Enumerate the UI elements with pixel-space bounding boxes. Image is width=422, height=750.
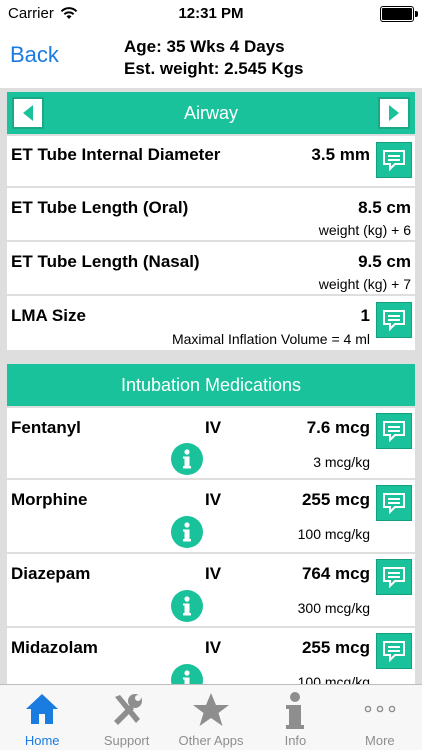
med-dose: 255 mcg [301,490,370,509]
note-button[interactable] [376,302,412,338]
info-button[interactable] [171,443,203,475]
tab-label: More [365,733,395,748]
note-button[interactable] [376,633,412,669]
speech-bubble-icon [383,641,405,662]
info-icon [286,692,305,729]
speech-bubble-icon [383,493,405,514]
airway-row-et-length-oral[interactable]: ET Tube Length (Oral) 8.5 cm weight (kg)… [7,188,415,240]
nav-bar: Back Age: 35 Wks 4 Days Est. weight: 2.5… [0,28,422,88]
airway-title: Airway [183,103,238,123]
med-route: IV [205,638,222,657]
tab-label: Support [103,733,150,748]
row-value: 9.5 cm [358,252,411,271]
more-icon [364,705,396,713]
info-button[interactable] [171,516,203,548]
tab-more[interactable]: More [338,685,422,750]
med-name: Diazepam [11,564,91,583]
med-dose: 255 mcg [301,638,370,657]
row-formula: weight (kg) + 6 [318,222,411,238]
airway-row-et-length-nasal[interactable]: ET Tube Length (Nasal) 9.5 cm weight (kg… [7,242,415,294]
speech-bubble-icon [383,310,405,331]
row-value: 1 [360,306,370,325]
airway-row-et-diameter[interactable]: ET Tube Internal Diameter 3.5 mm [7,136,415,186]
note-button[interactable] [376,413,412,449]
info-icon [183,670,190,684]
home-icon [26,694,59,724]
airway-header: Airway [7,92,415,134]
content-scroll[interactable]: Airway ET Tube Internal Diameter 3.5 mm … [0,88,422,684]
arrow-right-icon [389,105,399,121]
star-icon [193,693,230,726]
patient-summary: Age: 35 Wks 4 Days Est. weight: 2.545 Kg… [110,36,422,80]
row-formula: weight (kg) + 7 [318,276,411,292]
info-button[interactable] [171,664,203,684]
note-button[interactable] [376,559,412,595]
med-route: IV [205,564,222,583]
med-name: Midazolam [11,638,98,657]
med-per-kg: 100 mcg/kg [297,526,370,542]
note-button[interactable] [376,485,412,521]
med-dose: 7.6 mcg [306,418,370,437]
tab-support[interactable]: Support [84,685,168,750]
row-value: 8.5 cm [358,198,411,217]
med-per-kg: 300 mcg/kg [297,600,370,616]
battery-icon [380,6,418,22]
age-label: Age: 35 Wks 4 Days [124,37,285,56]
info-icon [183,522,191,542]
previous-section-button[interactable] [12,97,44,129]
medications-header: Intubation Medications [7,364,415,406]
note-button[interactable] [376,142,412,178]
row-value: 3.5 mm [311,145,370,164]
row-label: ET Tube Internal Diameter [11,145,221,164]
speech-bubble-icon [383,150,405,171]
tab-other-apps[interactable]: Other Apps [169,685,253,750]
speech-bubble-icon [383,567,405,588]
airway-row-lma-size[interactable]: LMA Size 1 Maximal Inflation Volume = 4 … [7,296,415,350]
tab-bar: Home Support Other Apps Info More [0,684,422,750]
row-label: ET Tube Length (Oral) [11,198,189,217]
tab-info[interactable]: Info [253,685,337,750]
med-route: IV [205,418,222,437]
tools-icon [113,694,142,725]
arrow-left-icon [23,105,33,121]
status-time: 12:31 PM [178,5,244,22]
row-formula: Maximal Inflation Volume = 4 ml [171,331,370,347]
row-label: ET Tube Length (Nasal) [11,252,200,271]
medication-row-midazolam[interactable]: Midazolam IV 255 mcg 100 mcg/kg [7,628,415,684]
medication-row-fentanyl[interactable]: Fentanyl IV 7.6 mcg 3 mcg/kg [7,408,415,478]
medication-row-morphine[interactable]: Morphine IV 255 mcg 100 mcg/kg [7,480,415,552]
tab-label: Info [284,733,307,748]
next-section-button[interactable] [378,97,410,129]
med-route: IV [205,490,222,509]
medications-title: Intubation Medications [120,375,302,395]
med-dose: 764 mcg [301,564,370,583]
tab-label: Other Apps [178,733,244,748]
info-button[interactable] [171,590,203,622]
med-per-kg: 100 mcg/kg [297,674,370,684]
med-per-kg: 3 mcg/kg [313,454,370,470]
row-label: LMA Size [11,306,86,325]
tab-label: Home [24,733,60,748]
tab-home[interactable]: Home [0,685,84,750]
back-button[interactable]: Back [10,42,59,68]
medication-row-diazepam[interactable]: Diazepam IV 764 mcg 300 mcg/kg [7,554,415,626]
speech-bubble-icon [383,421,405,442]
info-icon [183,596,191,616]
info-icon [183,449,191,469]
med-name: Morphine [11,490,88,509]
med-name: Fentanyl [11,418,81,437]
weight-label: Est. weight: 2.545 Kgs [124,59,304,78]
status-bar: Carrier 12:31 PM [0,0,422,28]
